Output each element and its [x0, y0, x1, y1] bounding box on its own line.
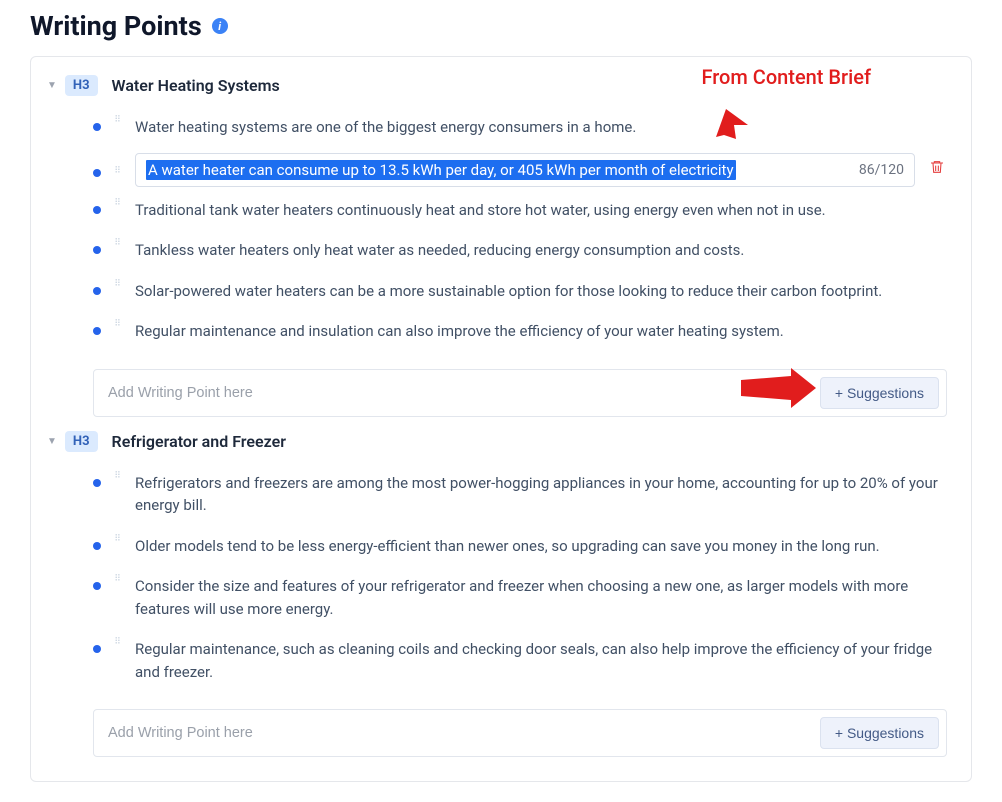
collapse-caret-icon[interactable]: ▼: [47, 436, 57, 447]
point-text[interactable]: Regular maintenance, such as cleaning co…: [135, 638, 947, 683]
list-item: ⠿ Older models tend to be less energy-ef…: [93, 527, 947, 568]
info-icon[interactable]: i: [212, 18, 228, 34]
section-title: Refrigerator and Freezer: [112, 432, 286, 451]
drag-handle-icon[interactable]: ⠿: [113, 578, 123, 581]
bullet-icon: [93, 246, 101, 254]
list-item: ⠿ Regular maintenance, such as cleaning …: [93, 630, 947, 693]
add-point-row: + Suggestions: [93, 369, 947, 417]
point-text[interactable]: Solar-powered water heaters can be a mor…: [135, 280, 947, 303]
bullet-icon: [93, 169, 101, 177]
list-item: ⠿ Consider the size and features of your…: [93, 567, 947, 630]
section-header-water-heating: ▼ H3 Water Heating Systems: [47, 75, 955, 96]
add-point-row: + Suggestions: [93, 709, 947, 757]
points-list-refrigerator: ⠿ Refrigerators and freezers are among t…: [93, 464, 947, 694]
drag-handle-icon[interactable]: ⠿: [113, 475, 123, 478]
list-item: ⠿ Tankless water heaters only heat water…: [93, 231, 947, 272]
drag-handle-icon[interactable]: ⠿: [113, 641, 123, 644]
list-item: ⠿ Refrigerators and freezers are among t…: [93, 464, 947, 527]
add-point-input[interactable]: [108, 385, 810, 401]
bullet-icon: [93, 287, 101, 295]
bullet-icon: [93, 123, 101, 131]
selected-point-input[interactable]: A water heater can consume up to 13.5 kW…: [135, 153, 915, 187]
h3-badge: H3: [65, 75, 98, 96]
point-text[interactable]: Older models tend to be less energy-effi…: [135, 535, 947, 558]
suggestions-button[interactable]: + Suggestions: [820, 377, 939, 409]
bullet-icon: [93, 479, 101, 487]
bullet-icon: [93, 582, 101, 590]
section-title: Water Heating Systems: [112, 76, 280, 95]
point-text[interactable]: Tankless water heaters only heat water a…: [135, 239, 947, 262]
add-point-input[interactable]: [108, 725, 810, 741]
selected-text[interactable]: A water heater can consume up to 13.5 kW…: [146, 160, 736, 180]
point-text[interactable]: Refrigerators and freezers are among the…: [135, 472, 947, 517]
drag-handle-icon[interactable]: ⠿: [113, 170, 123, 173]
bullet-icon: [93, 645, 101, 653]
list-item: ⠿ Water heating systems are one of the b…: [93, 108, 947, 149]
drag-handle-icon[interactable]: ⠿: [113, 538, 123, 541]
h3-badge: H3: [65, 431, 98, 452]
bullet-icon: [93, 206, 101, 214]
page-title: Writing Points: [30, 10, 202, 42]
points-list-water-heating: ⠿ Water heating systems are one of the b…: [93, 108, 947, 353]
point-text[interactable]: Consider the size and features of your r…: [135, 575, 947, 620]
collapse-caret-icon[interactable]: ▼: [47, 80, 57, 91]
list-item: ⠿ Regular maintenance and insulation can…: [93, 312, 947, 353]
list-item: ⠿ Traditional tank water heaters continu…: [93, 191, 947, 232]
bullet-icon: [93, 542, 101, 550]
list-item-selected: ⠿ A water heater can consume up to 13.5 …: [93, 149, 947, 191]
trash-icon[interactable]: [927, 159, 947, 180]
section-header-refrigerator: ▼ H3 Refrigerator and Freezer: [47, 431, 955, 452]
point-text[interactable]: Water heating systems are one of the big…: [135, 116, 947, 139]
point-text[interactable]: Traditional tank water heaters continuou…: [135, 199, 947, 222]
drag-handle-icon[interactable]: ⠿: [113, 202, 123, 205]
list-item: ⠿ Solar-powered water heaters can be a m…: [93, 272, 947, 313]
drag-handle-icon[interactable]: ⠿: [113, 323, 123, 326]
bullet-icon: [93, 327, 101, 335]
suggestions-button[interactable]: + Suggestions: [820, 717, 939, 749]
writing-points-panel: From Content Brief ▼ H3 Water Heating Sy…: [30, 56, 972, 782]
char-count: 86/120: [859, 162, 904, 178]
point-text[interactable]: Regular maintenance and insulation can a…: [135, 320, 947, 343]
drag-handle-icon[interactable]: ⠿: [113, 242, 123, 245]
drag-handle-icon[interactable]: ⠿: [113, 283, 123, 286]
drag-handle-icon[interactable]: ⠿: [113, 119, 123, 122]
